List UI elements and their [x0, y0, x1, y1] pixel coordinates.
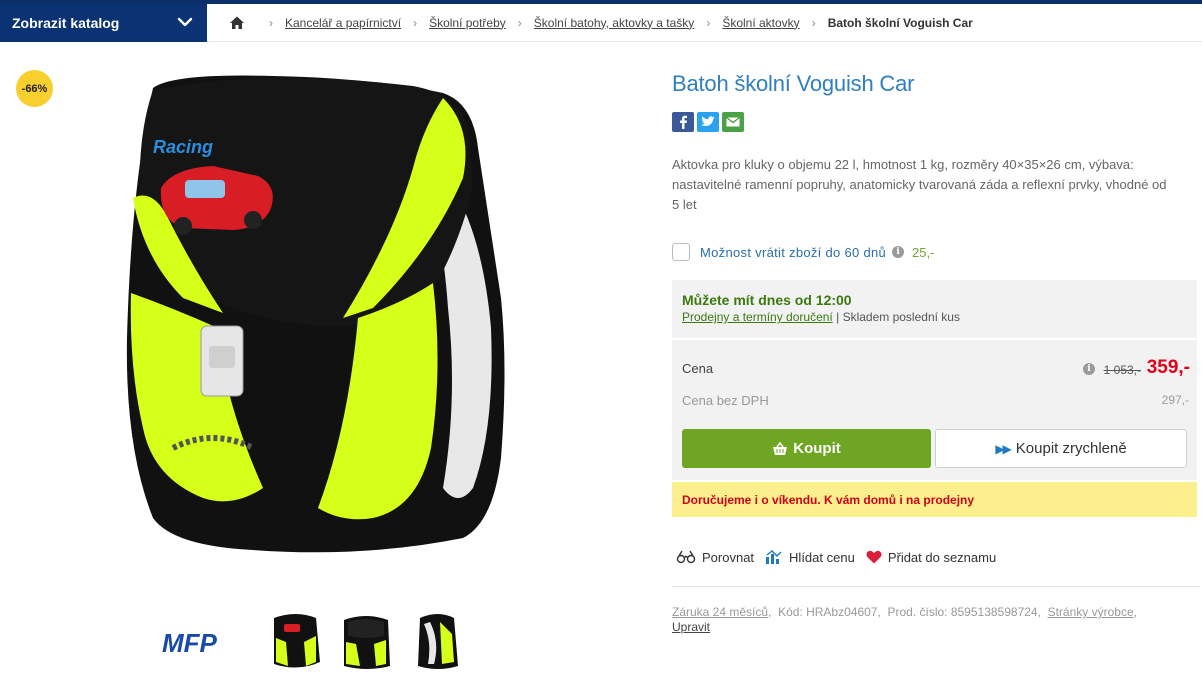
email-icon[interactable] — [722, 112, 744, 132]
product-meta: Záruka 24 měsíců, Kód: HRAbz04607, Prod.… — [672, 605, 1137, 634]
price-chart-icon — [766, 550, 782, 564]
divider — [672, 586, 1200, 587]
price-without-vat-label: Cena bez DPH — [682, 393, 769, 408]
price-info-icon[interactable]: i — [1083, 363, 1095, 375]
delivery-terms-link[interactable]: Prodejny a termíny doručení — [682, 310, 833, 324]
double-chevron-right-icon: ▶▶ — [995, 441, 1012, 456]
buy-button-label: Koupit — [793, 440, 841, 457]
home-icon[interactable] — [229, 15, 245, 31]
compare-action[interactable]: Porovnat — [676, 550, 754, 565]
delivery-info: Prodejny a termíny doručení | Skladem po… — [682, 310, 1187, 324]
product-description: Aktovka pro kluky o objemu 22 l, hmotnos… — [672, 157, 1167, 212]
product-thumbnail[interactable] — [410, 612, 466, 672]
return-option-label[interactable]: Možnost vrátit zboží do 60 dnů — [700, 245, 886, 260]
breadcrumb-separator: › — [413, 15, 418, 30]
basket-icon — [773, 441, 788, 455]
svg-text:Racing: Racing — [153, 137, 213, 157]
compare-icon — [676, 550, 696, 564]
buy-fast-button[interactable]: ▶▶ Koupit zrychleně — [935, 429, 1187, 468]
breadcrumb-current: Batoh školní Voguish Car — [827, 15, 973, 30]
watch-price-action[interactable]: Hlídat cenu — [765, 549, 855, 565]
return-option-price: 25,- — [912, 244, 935, 260]
breadcrumb: › Kancelář a papírnictví › Školní potřeb… — [207, 4, 1202, 42]
product-image[interactable]: Racing — [113, 68, 508, 560]
watch-price-label: Hlídat cenu — [789, 549, 855, 565]
price-box: Cena i 1 053,- 359,- Cena bez DPH 297,- … — [672, 340, 1197, 480]
add-to-list-label: Přidat do seznamu — [887, 549, 997, 565]
breadcrumb-link[interactable]: Školní batohy, aktovky a tašky — [534, 16, 695, 30]
breadcrumb-separator: › — [517, 15, 522, 30]
discount-badge: -66% — [16, 70, 53, 107]
add-to-list-action[interactable]: Přidat do seznamu — [866, 550, 996, 565]
twitter-icon[interactable] — [697, 112, 719, 132]
product-actions: Porovnat Hlídat cenu Přidat do seznamu — [676, 549, 1007, 565]
product-number: Prod. číslo: 8595138598724, — [887, 605, 1041, 619]
weekend-delivery-notice: Doručujeme i o víkendu. K vám domů i na … — [672, 482, 1197, 517]
breadcrumb-separator: › — [811, 15, 816, 30]
old-price: 1 053,- — [1103, 363, 1141, 377]
social-share — [672, 112, 744, 132]
edit-link[interactable]: Upravit — [672, 620, 710, 634]
price-label: Cena — [682, 361, 714, 376]
product-thumbnail[interactable] — [338, 612, 394, 672]
breadcrumb-link[interactable]: Školní aktovky — [722, 16, 799, 30]
info-icon[interactable]: i — [892, 246, 905, 258]
compare-label: Porovnat — [702, 549, 755, 565]
facebook-icon[interactable] — [672, 112, 694, 132]
stock-status: Skladem poslední kus — [842, 310, 960, 324]
catalog-button-label: Zobrazit katalog — [12, 15, 120, 31]
product-title: Batoh školní Voguish Car — [672, 71, 915, 96]
brand-logo: MFP — [162, 628, 218, 658]
price-without-vat-value: 297,- — [1161, 393, 1189, 407]
product-code: Kód: HRAbz04607, — [778, 605, 881, 619]
current-price: 359,- — [1146, 357, 1190, 378]
delivery-separator: | — [836, 310, 840, 324]
svg-text:MFP: MFP — [162, 628, 218, 658]
return-option-checkbox[interactable] — [672, 243, 690, 261]
buy-fast-button-label: Koupit zrychleně — [1015, 440, 1127, 457]
heart-icon — [866, 550, 882, 564]
breadcrumb-separator: › — [269, 15, 273, 30]
breadcrumb-link[interactable]: Kancelář a papírnictví — [285, 16, 401, 30]
manufacturer-pages-link[interactable]: Stránky výrobce — [1048, 605, 1134, 619]
breadcrumb-link[interactable]: Školní potřeby — [429, 16, 506, 30]
return-option: Možnost vrátit zboží do 60 dnů i 25,- — [672, 243, 934, 261]
delivery-box: Můžete mít dnes od 12:00 Prodejny a term… — [672, 280, 1197, 338]
product-thumbnail[interactable] — [268, 612, 324, 672]
catalog-button[interactable]: Zobrazit katalog — [0, 4, 207, 42]
buy-button[interactable]: Koupit — [682, 429, 931, 468]
delivery-headline: Můžete mít dnes od 12:00 — [682, 292, 852, 308]
breadcrumb-separator: › — [706, 15, 711, 30]
warranty-link[interactable]: Záruka 24 měsíců — [672, 605, 768, 619]
chevron-down-icon — [177, 17, 193, 27]
